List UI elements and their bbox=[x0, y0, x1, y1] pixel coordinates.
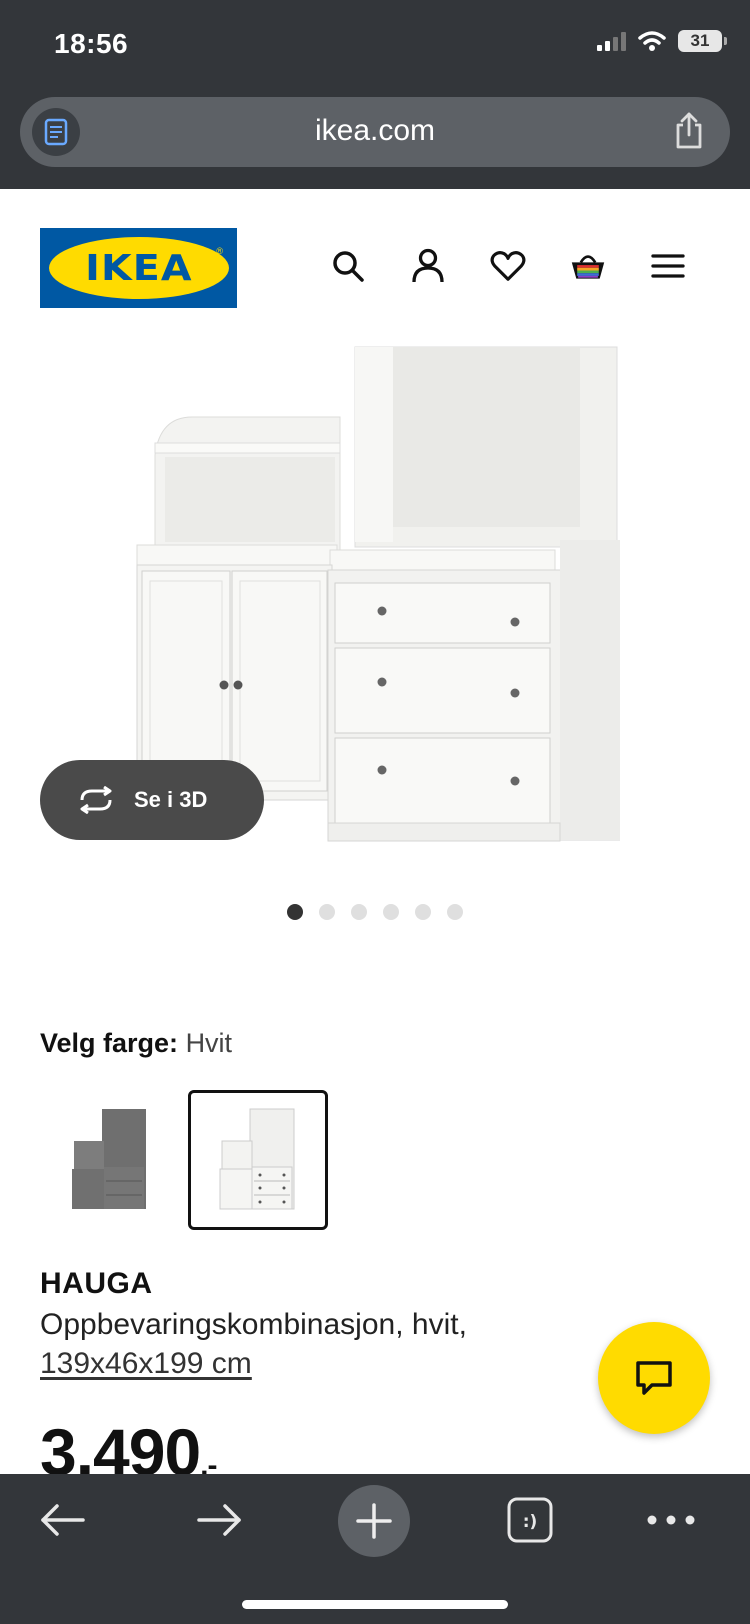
header-actions bbox=[330, 247, 686, 285]
status-time: 18:56 bbox=[54, 28, 129, 59]
view-3d-label: Se i 3D bbox=[134, 787, 208, 812]
new-tab-plus-icon[interactable] bbox=[338, 1485, 410, 1557]
user-icon[interactable] bbox=[410, 247, 446, 285]
heart-icon[interactable] bbox=[490, 247, 526, 285]
product-size-link[interactable]: 139x46x199 cm bbox=[40, 1347, 252, 1381]
url-text[interactable]: ikea.com bbox=[20, 114, 730, 148]
product-description: Oppbevaringskombinasjon, hvit, bbox=[40, 1308, 467, 1341]
cellular-signal-icon bbox=[597, 31, 626, 51]
logo-text: IKEA bbox=[84, 247, 193, 289]
wifi-icon bbox=[638, 31, 666, 51]
gallery-dot[interactable] bbox=[287, 904, 303, 920]
gallery-dot[interactable] bbox=[415, 904, 431, 920]
color-option-white[interactable] bbox=[188, 1090, 328, 1230]
search-icon[interactable] bbox=[330, 247, 366, 285]
share-icon[interactable] bbox=[672, 111, 706, 156]
basket-icon[interactable] bbox=[570, 247, 606, 285]
tabs-icon[interactable]: :) bbox=[495, 1485, 565, 1555]
more-options-icon[interactable] bbox=[636, 1485, 706, 1555]
gallery-dot[interactable] bbox=[447, 904, 463, 920]
color-label: Velg farge: bbox=[40, 1028, 179, 1058]
menu-icon[interactable] bbox=[650, 247, 686, 285]
back-arrow-icon[interactable] bbox=[28, 1485, 98, 1555]
color-value: Hvit bbox=[185, 1028, 233, 1058]
color-selector-label: Velg farge: Hvit bbox=[40, 1028, 232, 1059]
gallery-pagination bbox=[287, 904, 463, 920]
address-bar[interactable]: ikea.com bbox=[20, 97, 730, 167]
status-indicators: 31 bbox=[597, 30, 727, 52]
home-indicator bbox=[242, 1600, 508, 1609]
battery-icon: 31 bbox=[678, 30, 727, 52]
ikea-logo[interactable]: IKEA ® bbox=[40, 228, 237, 308]
browser-top-bar: 18:56 31 ikea.com bbox=[0, 0, 750, 189]
product-name: HAUGA bbox=[40, 1267, 153, 1300]
gallery-dot[interactable] bbox=[319, 904, 335, 920]
svg-text::): :) bbox=[523, 1512, 538, 1532]
gallery-dot[interactable] bbox=[383, 904, 399, 920]
chat-button[interactable] bbox=[598, 1322, 710, 1434]
gallery-dot[interactable] bbox=[351, 904, 367, 920]
rotate-icon bbox=[80, 786, 112, 814]
logo-oval: IKEA bbox=[48, 237, 229, 299]
view-3d-button[interactable]: Se i 3D bbox=[40, 760, 264, 840]
chat-icon bbox=[636, 1361, 672, 1395]
forward-arrow-icon[interactable] bbox=[184, 1485, 254, 1555]
registered-mark: ® bbox=[216, 246, 223, 256]
color-option-grey[interactable] bbox=[40, 1090, 180, 1230]
